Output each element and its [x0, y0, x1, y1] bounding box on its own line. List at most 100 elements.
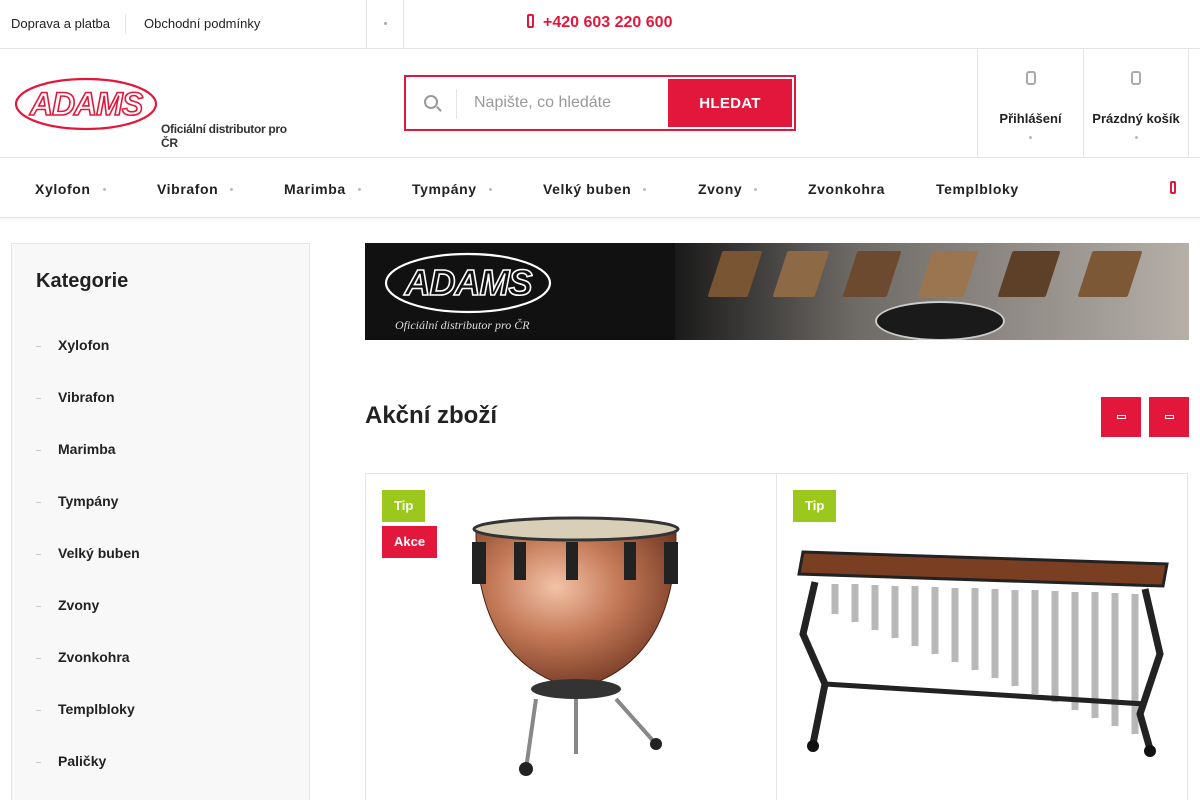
phone-contact[interactable]: +420 603 220 600 — [527, 14, 672, 32]
tip-badge: Tip — [793, 490, 837, 522]
chevron-right-icon — [1165, 415, 1174, 419]
search-button[interactable]: HLEDAT — [668, 79, 792, 127]
carousel-prev-button[interactable] — [1101, 397, 1141, 437]
banner-photo — [675, 243, 1189, 340]
phone-icon — [527, 14, 534, 28]
nav-item-velky-buben[interactable]: Velký buben — [543, 181, 647, 197]
nav-item-label: Zvonkohra — [808, 181, 885, 197]
chevron-down-icon — [488, 188, 492, 191]
nav-item-label: Tympány — [412, 181, 477, 197]
sidebar-item-xylofon[interactable]: Xylofon — [36, 337, 109, 353]
nav-item-label: Marimba — [284, 181, 346, 197]
banner-bar — [917, 251, 979, 297]
chevron-left-icon — [1117, 415, 1126, 419]
sidebar-item-velky-buben[interactable]: Velký buben — [36, 545, 140, 561]
search-input[interactable] — [464, 85, 664, 121]
login-label: Přihlášení — [999, 111, 1062, 126]
link-shipping-payment[interactable]: Doprava a platba — [11, 16, 110, 31]
logo-tagline: Oficiální distributor pro ČR — [161, 122, 287, 150]
sale-badge: Akce — [382, 526, 438, 558]
nav-item-tympany[interactable]: Tympány — [412, 181, 492, 197]
nav-item-label: Velký buben — [543, 181, 632, 197]
banner-tagline: Oficiální distributor pro ČR — [395, 318, 530, 332]
sidebar-item-vibrafon[interactable]: Vibrafon — [36, 389, 115, 405]
sidebar-item-marimba[interactable]: Marimba — [36, 441, 116, 457]
cart-button[interactable]: Prázdný košík — [1083, 49, 1189, 157]
sidebar-item-label: Velký buben — [58, 545, 140, 561]
bullet-icon — [36, 762, 41, 763]
sidebar-item-palicky[interactable]: Paličky — [36, 753, 106, 769]
product-card[interactable]: Tip Akce — [365, 473, 777, 800]
sidebar-item-label: Marimba — [58, 441, 116, 457]
main-nav: Xylofon Vibrafon Marimba Tympány Velký b… — [0, 158, 1200, 218]
sidebar-item-label: Zvony — [58, 597, 100, 613]
marimba-image — [797, 550, 1169, 757]
chevron-down-icon — [1134, 136, 1138, 139]
svg-text:ADAMS: ADAMS — [29, 86, 144, 122]
banner-bar — [997, 251, 1061, 297]
phone-number: +420 603 220 600 — [543, 14, 673, 31]
chevron-down-icon — [754, 188, 758, 191]
bullet-icon — [36, 710, 41, 711]
svg-text:ADAMS: ADAMS — [404, 262, 533, 303]
chevron-down-icon — [230, 188, 234, 191]
nav-item-xylofon[interactable]: Xylofon — [35, 181, 106, 197]
sidebar-item-label: Templbloky — [58, 701, 135, 717]
more-links-button[interactable] — [366, 0, 404, 48]
product-card[interactable]: Tip — [776, 473, 1188, 800]
bullet-icon — [36, 658, 41, 659]
timpani-image — [472, 516, 680, 776]
cart-icon — [1131, 71, 1141, 85]
nav-item-marimba[interactable]: Marimba — [284, 181, 361, 197]
more-icon — [384, 22, 387, 25]
banner-bar — [772, 251, 830, 297]
promo-banner[interactable]: ADAMS Oficiální distributor pro ČR — [365, 243, 1189, 340]
nav-item-templbloky[interactable]: Templbloky — [936, 181, 1019, 197]
nav-item-label: Vibrafon — [157, 181, 219, 197]
sidebar-item-label: Vibrafon — [58, 389, 115, 405]
nav-item-label: Zvony — [698, 181, 743, 197]
sidebar-item-label: Xylofon — [58, 337, 110, 353]
banner-logo-plate — [875, 301, 1005, 340]
sidebar-item-zvonkohra[interactable]: Zvonkohra — [36, 649, 130, 665]
chevron-down-icon — [1029, 136, 1032, 139]
sidebar-item-label: Zvonkohra — [58, 649, 130, 665]
sidebar-item-label: Tympány — [58, 493, 119, 509]
nav-item-zvonkohra[interactable]: Zvonkohra — [808, 181, 885, 197]
divider — [125, 14, 126, 34]
bullet-icon — [36, 502, 41, 503]
sidebar-item-tympany[interactable]: Tympány — [36, 493, 118, 509]
chevron-down-icon — [357, 188, 361, 191]
section-title: Akční zboží — [365, 402, 498, 429]
category-sidebar: Kategorie Xylofon Vibrafon Marimba Tympá… — [11, 243, 310, 800]
search-form: HLEDAT — [404, 75, 796, 131]
login-button[interactable]: Přihlášení — [977, 49, 1083, 157]
chevron-down-icon — [102, 188, 106, 191]
bullet-icon — [36, 554, 41, 555]
sidebar-item-label: Paličky — [58, 753, 107, 769]
chevron-down-icon — [643, 188, 647, 191]
sidebar-item-zvony[interactable]: Zvony — [36, 597, 99, 613]
link-terms[interactable]: Obchodní podmínky — [144, 16, 260, 31]
banner-bar — [707, 251, 763, 297]
nav-item-vibrafon[interactable]: Vibrafon — [157, 181, 234, 197]
cart-icon[interactable] — [1170, 181, 1176, 194]
nav-item-zvony[interactable]: Zvony — [698, 181, 758, 197]
sidebar-title: Kategorie — [36, 270, 129, 292]
tip-badge: Tip — [382, 490, 426, 522]
adams-logo-icon: ADAMS — [14, 77, 158, 131]
logo[interactable]: ADAMS Oficiální distributor pro ČR — [14, 76, 294, 150]
sidebar-item-templbloky[interactable]: Templbloky — [36, 701, 135, 717]
bullet-icon — [36, 346, 41, 347]
adams-logo-icon: ADAMS — [384, 252, 552, 314]
search-icon — [424, 95, 438, 109]
top-bar: Doprava a platba Obchodní podmínky +420 … — [0, 0, 1200, 49]
nav-item-label: Xylofon — [35, 181, 91, 197]
header: ADAMS Oficiální distributor pro ČR HLEDA… — [0, 49, 1200, 158]
carousel-next-button[interactable] — [1149, 397, 1189, 437]
bullet-icon — [36, 606, 41, 607]
nav-item-label: Templbloky — [936, 181, 1019, 197]
cart-label: Prázdný košík — [1092, 111, 1180, 126]
divider — [456, 89, 457, 119]
banner-bar — [842, 251, 902, 297]
